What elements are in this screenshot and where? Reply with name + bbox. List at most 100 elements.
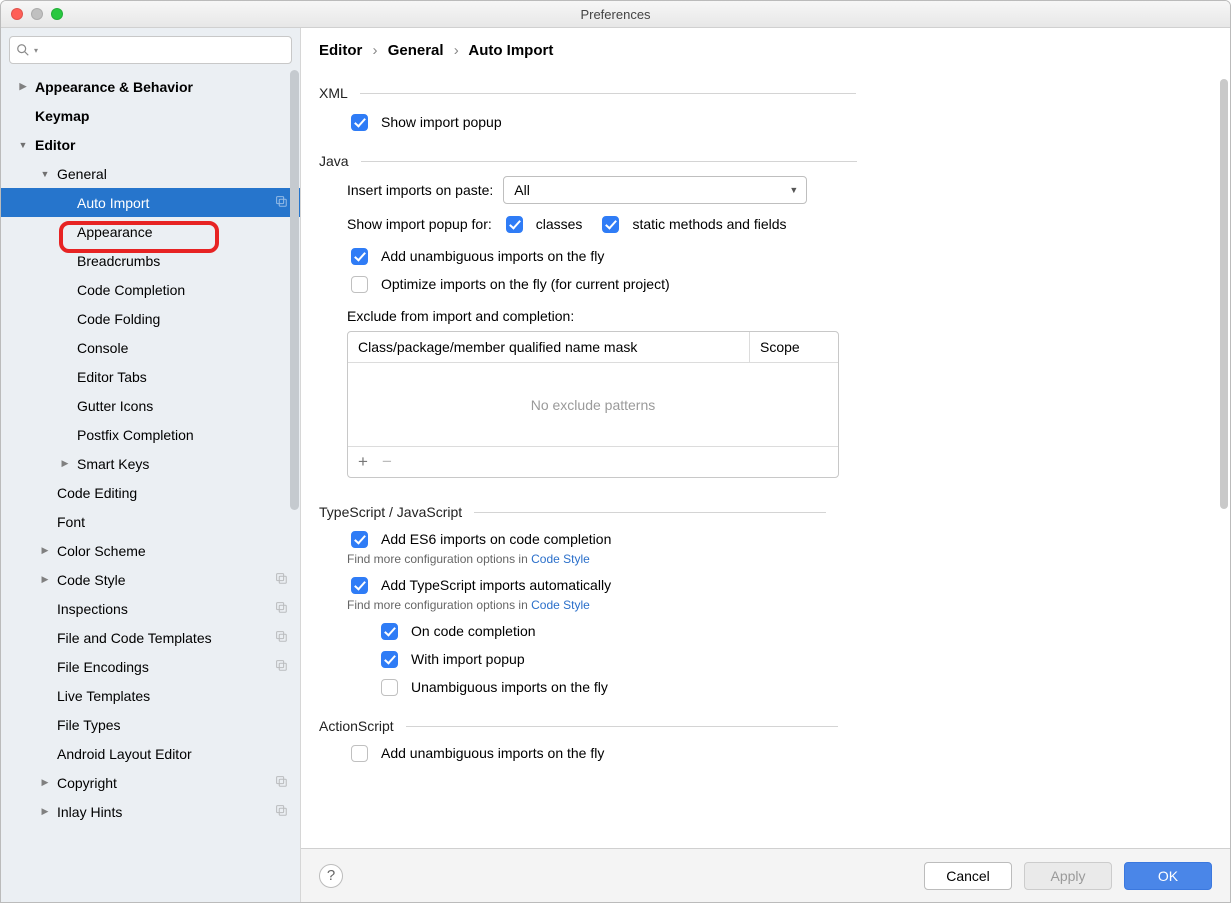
content-scroll[interactable]: XML Show import popup Java Insert import… [301,69,1230,848]
sidebar-item-breadcrumbs[interactable]: Breadcrumbs [1,246,300,275]
settings-tree[interactable]: ▶Appearance & BehaviorKeymap ▼ Editor ▼Gene… [1,72,300,902]
code-style-link[interactable]: Code Style [531,552,590,566]
sidebar-item-live-templates[interactable]: Live Templates [1,681,300,710]
xml-show-import-popup-checkbox[interactable] [351,114,368,131]
optimize-imports-checkbox[interactable] [351,276,368,293]
with-import-popup-checkbox[interactable] [381,651,398,668]
body: ▾ ▶Appearance & BehaviorKeymap▼Editor▼Ge… [1,28,1230,902]
breadcrumb-part[interactable]: Editor [319,42,362,59]
sidebar-item-label: Breadcrumbs [77,253,160,269]
project-settings-icon [274,774,288,791]
divider [406,726,838,727]
ok-button[interactable]: OK [1124,862,1212,890]
chevron-right-icon[interactable]: ▶ [17,81,29,92]
add-unambiguous-checkbox[interactable] [351,248,368,265]
sidebar-item-postfix-completion[interactable]: Postfix Completion [1,420,300,449]
sidebar-item-inspections[interactable]: Inspections [1,594,300,623]
breadcrumb-part: Auto Import [468,42,553,59]
sidebar-item-label: Code Editing [57,485,137,501]
table-col-mask[interactable]: Class/package/member qualified name mask [348,332,750,362]
code-style-link[interactable]: Code Style [531,598,590,612]
sidebar-item-appearance-behavior[interactable]: ▶Appearance & Behavior [1,72,300,101]
breadcrumb-part[interactable]: General [388,42,444,59]
section-title: Java [319,153,349,169]
sidebar-item-label: Auto Import [77,195,149,211]
project-settings-icon [274,803,288,820]
ts-auto-imports-checkbox[interactable] [351,577,368,594]
sidebar-item-code-editing[interactable]: Code Editing [1,478,300,507]
content-scrollbar[interactable] [1220,79,1228,509]
sidebar-item-code-completion[interactable]: Code Completion [1,275,300,304]
breadcrumb: Editor › General › Auto Import [301,28,1230,69]
section-as: ActionScript [319,718,1212,734]
chevron-right-icon[interactable]: ▶ [39,777,51,788]
content-pane: Editor › General › Auto Import XML Show … [301,28,1230,902]
sidebar-item-inlay-hints[interactable]: ▶Inlay Hints [1,797,300,826]
chevron-right-icon[interactable]: ▶ [39,545,51,556]
sidebar-item-code-folding[interactable]: Code Folding [1,304,300,333]
sidebar-item-keymap[interactable]: Keymap [1,101,300,130]
sidebar-item-auto-import[interactable]: Auto Import [1,188,300,217]
sidebar-item-console[interactable]: Console [1,333,300,362]
field-label: Exclude from import and completion: [347,308,574,324]
sidebar-item-file-types[interactable]: File Types [1,710,300,739]
divider [474,512,826,513]
add-icon[interactable]: + [358,452,368,472]
chevron-right-icon[interactable]: ▶ [59,458,71,469]
as-unambiguous-checkbox[interactable] [351,745,368,762]
sidebar-item-appearance[interactable]: Appearance [1,217,300,246]
unambiguous-fly-checkbox[interactable] [381,679,398,696]
classes-checkbox[interactable] [506,216,523,233]
project-settings-icon [274,194,288,211]
checkbox-label: Show import popup [381,114,502,130]
preferences-window: Preferences ▾ ▶Appearance & BehaviorKeym… [0,0,1231,903]
sidebar-item-label: Editor [35,137,75,153]
chevron-down-icon[interactable]: ▾ [34,46,38,55]
insert-imports-select[interactable]: All ▼ [503,176,807,204]
search-box[interactable]: ▾ [9,36,292,64]
chevron-right-icon[interactable]: ▶ [39,806,51,817]
sidebar-item-android-layout-editor[interactable]: Android Layout Editor [1,739,300,768]
sidebar-item-editor[interactable]: ▼ Editor [1,130,300,159]
project-settings-icon [274,658,288,675]
on-code-completion-checkbox[interactable] [381,623,398,640]
sidebar-item-label: Inspections [57,601,128,617]
sidebar-item-file-and-code-templates[interactable]: File and Code Templates [1,623,300,652]
divider [360,93,856,94]
sidebar-item-gutter-icons[interactable]: Gutter Icons [1,391,300,420]
search-input[interactable] [42,42,285,59]
cancel-button[interactable]: Cancel [924,862,1012,890]
sidebar-item-label: Smart Keys [77,456,149,472]
sidebar: ▾ ▶Appearance & BehaviorKeymap ▼ Editor ▼Ge… [1,28,301,902]
section-java: Java [319,153,1212,169]
checkbox-label: Add unambiguous imports on the fly [381,248,604,264]
es6-imports-checkbox[interactable] [351,531,368,548]
static-methods-checkbox[interactable] [602,216,619,233]
sidebar-item-label: Console [77,340,128,356]
chevron-right-icon[interactable]: ▶ [39,574,51,585]
help-button[interactable]: ? [319,864,343,888]
sidebar-item-label: Gutter Icons [77,398,153,414]
sidebar-item-file-encodings[interactable]: File Encodings [1,652,300,681]
sidebar-item-color-scheme[interactable]: ▶Color Scheme [1,536,300,565]
sidebar-item-copyright[interactable]: ▶ Copyright [1,768,300,797]
chevron-down-icon[interactable]: ▼ [17,140,29,150]
hint: Find more configuration options in Code … [347,598,1212,612]
search-wrap: ▾ [1,28,300,72]
sidebar-item-label: Code Style [57,572,125,588]
chevron-down-icon[interactable]: ▼ [39,169,51,179]
table-col-scope[interactable]: Scope [750,332,838,362]
apply-button[interactable]: Apply [1024,862,1112,890]
sidebar-item-label: Code Completion [77,282,185,298]
remove-icon[interactable]: − [382,452,392,472]
sidebar-item-code-style[interactable]: ▶ Code Style [1,565,300,594]
footer: ? Cancel Apply OK [301,848,1230,902]
section-title: TypeScript / JavaScript [319,504,462,520]
exclude-table: Class/package/member qualified name mask… [347,331,839,478]
sidebar-item-font[interactable]: Font [1,507,300,536]
sidebar-item-editor-tabs[interactable]: Editor Tabs [1,362,300,391]
sidebar-item-label: Copyright [57,775,117,791]
sidebar-item-smart-keys[interactable]: ▶ Smart Keys [1,449,300,478]
sidebar-item-general[interactable]: ▼General [1,159,300,188]
sidebar-scrollbar[interactable] [290,70,299,510]
